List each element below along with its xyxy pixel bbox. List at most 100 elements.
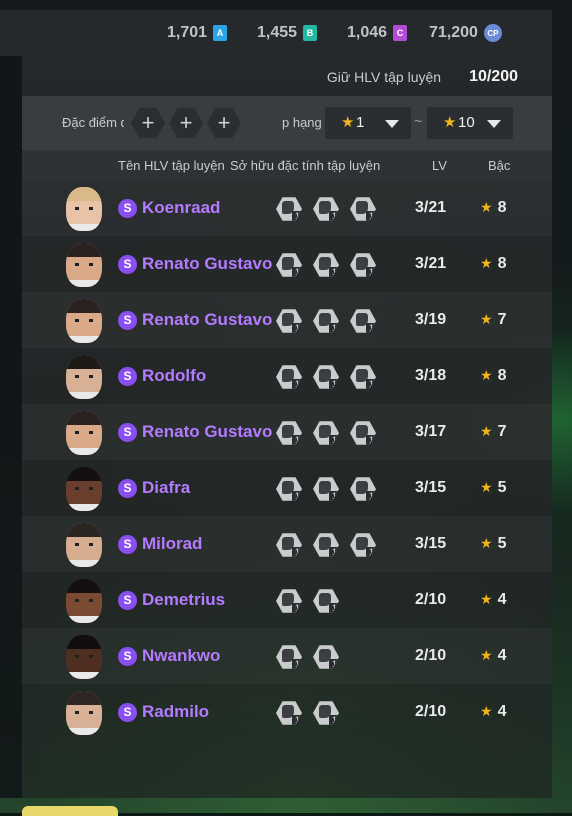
column-lv[interactable]: LV (432, 158, 447, 173)
currency-a-value: 1,701 (167, 24, 208, 41)
grade-value: 4 (497, 647, 507, 664)
training-trait-icon[interactable]: 1 (276, 477, 302, 501)
season-badge-icon: S (118, 703, 137, 722)
currency-c-icon: C (393, 25, 408, 41)
coach-name: Milorad (142, 534, 203, 553)
portrait-eyes (75, 319, 93, 322)
training-trait-icon[interactable]: 1 (350, 197, 376, 221)
training-trait-icon[interactable]: 1 (350, 309, 376, 333)
training-trait-icon[interactable]: 1 (313, 645, 339, 669)
holding-value: 10/200 (469, 68, 518, 85)
rank-min-dropdown[interactable]: ★ 1 (325, 107, 411, 139)
season-badge-icon: S (118, 423, 137, 442)
coach-row[interactable]: S Radmilo 1 1 2/10 ★ 4 (22, 684, 552, 740)
coach-name: Renato Gustavo (142, 310, 273, 329)
training-trait-icon[interactable]: 1 (350, 365, 376, 389)
training-trait-icon[interactable]: 1 (313, 309, 339, 333)
coach-grade: ★ 4 (480, 591, 506, 609)
training-trait-icon[interactable]: 1 (350, 253, 376, 277)
currency-a-icon: A (213, 25, 228, 41)
coach-row[interactable]: S Diafra 1 1 1 3/15 ★ 5 (22, 460, 552, 516)
training-trait-icon[interactable]: 1 (313, 533, 339, 557)
trait-level: 1 (329, 603, 339, 613)
training-trait-icon[interactable]: 1 (276, 701, 302, 725)
trait-level: 1 (329, 435, 339, 445)
training-trait-icon[interactable]: 1 (313, 701, 339, 725)
portrait-shirt (66, 224, 102, 231)
add-trait-filter-1-button[interactable]: + (131, 107, 165, 139)
coach-row[interactable]: S Demetrius 1 1 2/10 ★ 4 (22, 572, 552, 628)
season-badge-icon: S (118, 591, 137, 610)
coach-row[interactable]: S Nwankwo 1 1 2/10 ★ 4 (22, 628, 552, 684)
trait-level: 1 (366, 211, 376, 221)
coach-portrait (66, 411, 102, 455)
range-separator: ~ (414, 113, 423, 129)
training-trait-icon[interactable]: 1 (313, 365, 339, 389)
coach-row[interactable]: S Renato Gustavo 1 1 1 3/17 ★ 7 (22, 404, 552, 460)
coach-row[interactable]: S Milorad 1 1 1 3/15 ★ 5 (22, 516, 552, 572)
column-traits[interactable]: Sở hữu đặc tính tập luyện (230, 158, 380, 173)
add-trait-filter-3-button[interactable]: + (207, 107, 241, 139)
training-trait-icon[interactable]: 1 (276, 645, 302, 669)
grade-value: 7 (497, 311, 507, 328)
currency-b: 1,455 B (257, 24, 318, 42)
portrait-hair (66, 299, 102, 313)
coach-portrait (66, 243, 102, 287)
training-trait-icon[interactable]: 1 (350, 477, 376, 501)
grade-value: 5 (497, 479, 507, 496)
coach-level: 3/17 (415, 423, 447, 440)
coach-name: Renato Gustavo (142, 254, 273, 273)
currency-a: 1,701 A (167, 24, 228, 42)
training-trait-icon[interactable]: 1 (276, 365, 302, 389)
column-name[interactable]: Tên HLV tập luyện (118, 158, 225, 173)
training-trait-icon[interactable]: 1 (313, 197, 339, 221)
coach-name: Nwankwo (142, 646, 221, 665)
portrait-hair (66, 467, 102, 481)
trait-level: 1 (292, 491, 302, 501)
rank-max-dropdown[interactable]: ★ 10 (427, 107, 513, 139)
trait-level: 1 (329, 323, 339, 333)
add-trait-filter-2-button[interactable]: + (169, 107, 203, 139)
training-trait-icon[interactable]: 1 (313, 589, 339, 613)
coach-row[interactable]: S Renato Gustavo 1 1 1 3/19 ★ 7 (22, 292, 552, 348)
portrait-shirt (66, 616, 102, 623)
portrait-eyes (75, 487, 93, 490)
coach-portrait (66, 635, 102, 679)
trait-level: 1 (292, 659, 302, 669)
coach-name: Koenraad (142, 198, 221, 217)
grade-value: 8 (497, 255, 507, 272)
trait-level: 1 (366, 267, 376, 277)
training-trait-icon[interactable]: 1 (276, 197, 302, 221)
coach-row[interactable]: S Rodolfo 1 1 1 3/18 ★ 8 (22, 348, 552, 404)
coach-level: 3/21 (415, 255, 447, 272)
training-trait-icon[interactable]: 1 (350, 533, 376, 557)
trait-level: 1 (329, 267, 339, 277)
currency-c-value: 1,046 (347, 24, 388, 41)
trait-level: 1 (292, 211, 302, 221)
grade-value: 8 (497, 367, 507, 384)
training-trait-icon[interactable]: 1 (276, 309, 302, 333)
trait-level: 1 (366, 491, 376, 501)
column-grade[interactable]: Bậc (488, 158, 510, 173)
coach-row[interactable]: S Koenraad 1 1 1 3/21 ★ 8 (22, 180, 552, 236)
bottom-button-edge[interactable] (22, 806, 118, 816)
training-trait-icon[interactable]: 1 (313, 477, 339, 501)
grade-value: 7 (497, 423, 507, 440)
training-trait-icon[interactable]: 1 (276, 421, 302, 445)
rank-min-value: 1 (356, 114, 365, 131)
coach-row[interactable]: S Renato Gustavo 1 1 1 3/21 ★ 8 (22, 236, 552, 292)
portrait-eyes (75, 207, 93, 210)
trait-level: 1 (329, 547, 339, 557)
currency-b-value: 1,455 (257, 24, 298, 41)
training-trait-icon[interactable]: 1 (276, 589, 302, 613)
trait-level: 1 (292, 547, 302, 557)
trait-level: 1 (292, 603, 302, 613)
training-trait-icon[interactable]: 1 (350, 421, 376, 445)
training-trait-icon[interactable]: 1 (313, 421, 339, 445)
training-trait-icon[interactable]: 1 (313, 253, 339, 277)
traits-filter-label: Đặc điểm đ (62, 115, 124, 130)
training-trait-icon[interactable]: 1 (276, 533, 302, 557)
coach-name: Rodolfo (142, 366, 207, 385)
training-trait-icon[interactable]: 1 (276, 253, 302, 277)
currency-cp: 71,200 CP (429, 24, 502, 42)
